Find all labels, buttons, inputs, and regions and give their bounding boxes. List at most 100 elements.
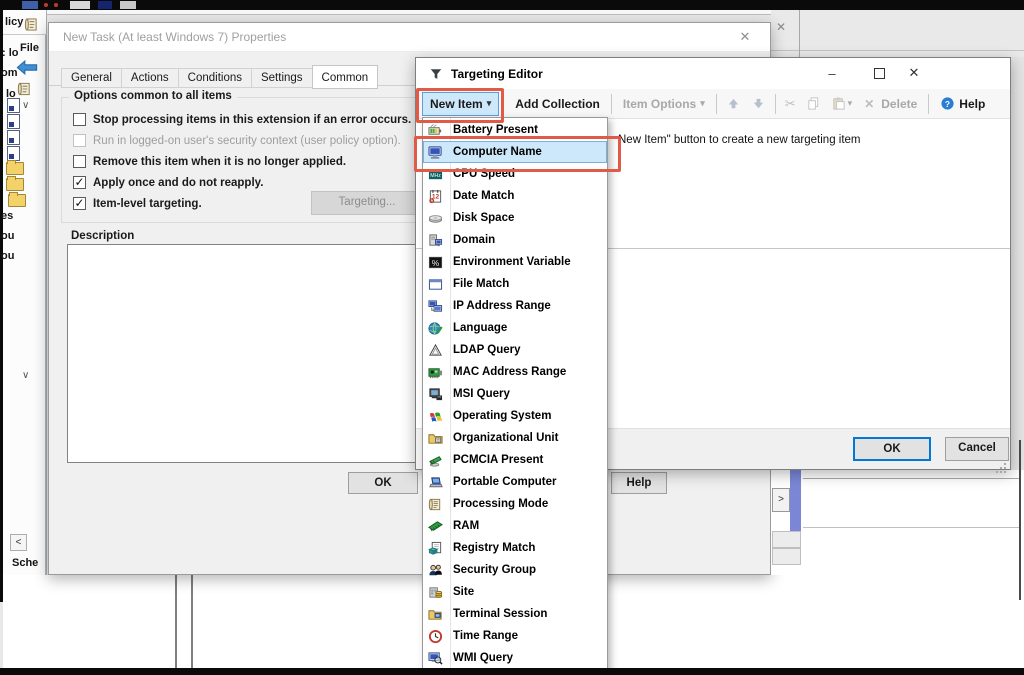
back-arrow-icon[interactable] xyxy=(16,60,38,75)
menu-item-computer-name[interactable]: Computer Name xyxy=(423,141,607,163)
expand-right-icon: > xyxy=(778,494,784,505)
menu-item-time-range[interactable]: Time Range xyxy=(423,625,607,647)
copy-button[interactable] xyxy=(801,92,826,116)
tree-item-fragment[interactable]: ou xyxy=(1,230,14,242)
gpo-doc-icon xyxy=(7,146,20,161)
tab-strip: GeneralActionsConditionsSettingsCommon xyxy=(61,65,377,88)
tree-item-fragment[interactable]: es xyxy=(1,210,13,222)
menu-item-processing-mode[interactable]: Processing Mode xyxy=(423,493,607,515)
scroll-left-button[interactable]: < xyxy=(10,534,27,551)
close-button[interactable]: ✕ xyxy=(898,58,930,88)
menu-item-msi-query[interactable]: MSI Query xyxy=(423,383,607,405)
menu-item-language[interactable]: Language xyxy=(423,317,607,339)
menu-item-label: Domain xyxy=(453,234,495,246)
registry-match-icon xyxy=(427,540,444,556)
menu-item-pcmcia-present[interactable]: PCMCIA Present xyxy=(423,449,607,471)
properties-dialog-titlebar: New Task (At least Windows 7) Properties xyxy=(49,23,770,52)
menu-item-organizational-unit[interactable]: Organizational Unit xyxy=(423,427,607,449)
menu-item-domain[interactable]: Domain xyxy=(423,229,607,251)
tree-item-fragment[interactable]: licy xyxy=(5,16,23,28)
chevron-down-icon[interactable]: ∨ xyxy=(22,100,29,111)
menu-item-disk-space[interactable]: Disk Space xyxy=(423,207,607,229)
menu-item-label: MAC Address Range xyxy=(453,366,566,378)
folder-icon xyxy=(8,194,26,207)
pcmcia-present-icon xyxy=(427,452,444,468)
checkbox-checked[interactable]: ✓ xyxy=(73,176,86,189)
menu-item-operating-system[interactable]: Operating System xyxy=(423,405,607,427)
toolbar-separator xyxy=(775,94,776,114)
menu-item-date-match[interactable]: 12Date Match xyxy=(423,185,607,207)
targeting-button[interactable]: Targeting... xyxy=(311,191,423,215)
file-menu[interactable]: File xyxy=(20,42,39,54)
menu-item-battery-present[interactable]: Battery Present xyxy=(423,119,607,141)
menu-item-environment-variable[interactable]: %Environment Variable xyxy=(423,251,607,273)
toolbar-separator xyxy=(611,94,612,114)
tab-common[interactable]: Common xyxy=(312,65,379,89)
help-button[interactable]: Help xyxy=(611,472,667,494)
processing-mode-icon xyxy=(427,496,444,512)
menu-item-registry-match[interactable]: Registry Match xyxy=(423,537,607,559)
move-up-button[interactable] xyxy=(721,92,746,116)
new-item-button[interactable]: New Item ▾ xyxy=(422,92,499,116)
maximize-button[interactable] xyxy=(863,58,895,88)
menu-item-mac-address-range[interactable]: MAC Address Range xyxy=(423,361,607,383)
tree-item-fragment[interactable]: ou xyxy=(1,250,14,262)
checkbox-row-2: Remove this item when it is no longer ap… xyxy=(73,151,411,172)
menu-item-ram[interactable]: RAM xyxy=(423,515,607,537)
menu-item-site[interactable]: Site xyxy=(423,581,607,603)
menu-item-security-group[interactable]: Security Group xyxy=(423,559,607,581)
move-down-button[interactable] xyxy=(746,92,771,116)
scroll-left-icon: < xyxy=(16,537,22,548)
menu-item-portable-computer[interactable]: Portable Computer xyxy=(423,471,607,493)
terminal-session-icon xyxy=(427,606,444,622)
panel-divider xyxy=(45,35,46,575)
delete-button[interactable]: ✕ Delete xyxy=(857,92,924,116)
menu-item-terminal-session[interactable]: Terminal Session xyxy=(423,603,607,625)
bottom-black-bar xyxy=(0,668,1024,675)
background-pane-line xyxy=(771,50,1024,51)
cut-button[interactable]: ✂ xyxy=(780,92,801,116)
tab-conditions[interactable]: Conditions xyxy=(178,68,252,88)
expand-right-button[interactable]: > xyxy=(772,488,790,512)
ok-button[interactable]: OK xyxy=(853,437,931,461)
menu-item-label: Battery Present xyxy=(453,124,538,136)
splitter-bar[interactable] xyxy=(790,470,801,531)
environment-variable-icon: % xyxy=(427,254,444,270)
add-collection-button[interactable]: Add Collection xyxy=(508,92,607,116)
checkbox-checked[interactable]: ✓ xyxy=(73,197,86,210)
paste-icon xyxy=(831,96,846,111)
menu-item-label: IP Address Range xyxy=(453,300,551,312)
cancel-button[interactable]: Cancel xyxy=(945,437,1009,461)
item-options-button[interactable]: Item Options ▾ xyxy=(616,92,712,116)
menu-item-label: Disk Space xyxy=(453,212,514,224)
menu-item-ldap-query[interactable]: LDAP Query xyxy=(423,339,607,361)
minimize-button[interactable]: – xyxy=(816,58,848,88)
ok-button[interactable]: OK xyxy=(348,472,418,494)
tree-item-fragment[interactable]: : lo xyxy=(2,47,19,59)
help-button[interactable]: ? Help xyxy=(933,92,992,116)
menu-item-ip-address-range[interactable]: IP Address Range xyxy=(423,295,607,317)
menu-item-label: CPU Speed xyxy=(453,168,515,180)
menu-item-cpu-speed[interactable]: MHzCPU Speed xyxy=(423,163,607,185)
svg-text:%: % xyxy=(432,257,440,267)
ram-icon xyxy=(427,518,444,534)
maximize-icon xyxy=(874,68,885,79)
checkbox-unchecked[interactable] xyxy=(73,113,86,126)
close-button[interactable]: ✕ xyxy=(728,25,762,49)
paste-button[interactable]: ▾ xyxy=(826,92,858,116)
tab-general[interactable]: General xyxy=(61,68,122,88)
menu-item-label: Site xyxy=(453,586,474,598)
menu-item-file-match[interactable]: File Match xyxy=(423,273,607,295)
resize-grip[interactable] xyxy=(1004,463,1006,465)
background-pane-line xyxy=(803,527,1020,528)
disk-space-icon xyxy=(427,210,444,226)
close-icon[interactable]: ✕ xyxy=(776,20,786,34)
menu-item-wmi-query[interactable]: WMI Query xyxy=(423,647,607,669)
checkbox-unchecked[interactable] xyxy=(73,155,86,168)
tab-actions[interactable]: Actions xyxy=(121,68,179,88)
menu-item-label: Processing Mode xyxy=(453,498,548,510)
tab-settings[interactable]: Settings xyxy=(251,68,313,88)
chevron-down-icon[interactable]: ∨ xyxy=(22,370,29,381)
gpo-doc-icon xyxy=(7,130,20,145)
portable-computer-icon xyxy=(427,474,444,490)
